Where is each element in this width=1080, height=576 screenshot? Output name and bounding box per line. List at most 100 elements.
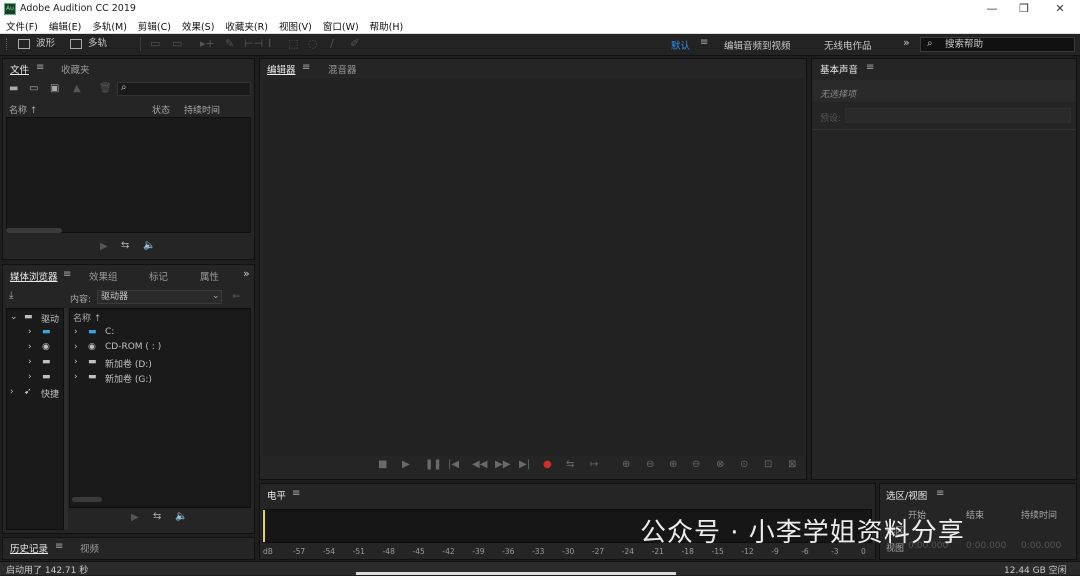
skip-to-start-icon[interactable]: |◀ bbox=[448, 459, 459, 470]
tree-item-drives[interactable]: 驱动 bbox=[41, 312, 59, 325]
menu-help[interactable]: 帮助(H) bbox=[364, 18, 409, 33]
drive-g[interactable]: 新加卷 (G:) bbox=[105, 372, 152, 385]
autoplay-speaker-icon[interactable]: 🔈 bbox=[175, 511, 187, 522]
column-status[interactable]: 状态 bbox=[152, 103, 170, 116]
chevron-right-icon[interactable]: › bbox=[28, 327, 32, 337]
skip-to-end-icon[interactable]: ▶| bbox=[519, 459, 530, 470]
back-arrow-icon[interactable]: ⇐ bbox=[232, 291, 240, 302]
minimize-button[interactable]: — bbox=[980, 1, 1004, 17]
view-end-value[interactable]: 0:00.000 bbox=[966, 541, 1006, 551]
tab-editor[interactable]: 编辑器 bbox=[267, 62, 296, 76]
view-duration-value[interactable]: 0:00.000 bbox=[1021, 541, 1061, 551]
chevron-right-icon[interactable]: › bbox=[74, 327, 78, 337]
files-list[interactable] bbox=[6, 117, 251, 233]
restore-button[interactable]: ❐ bbox=[1012, 1, 1036, 17]
chevron-down-icon[interactable]: ⌄ bbox=[10, 312, 18, 322]
import-file-icon[interactable]: ▭ bbox=[29, 83, 38, 94]
tab-mixer[interactable]: 混音器 bbox=[328, 62, 357, 76]
delete-icon[interactable]: 🗑 bbox=[99, 83, 112, 94]
zoom-in-time-icon[interactable]: ⊕ bbox=[669, 459, 677, 470]
tab-properties[interactable]: 属性 bbox=[200, 269, 219, 283]
history-panel-menu-icon[interactable]: ≡ bbox=[55, 541, 63, 552]
rewind-icon[interactable]: ◀◀ bbox=[472, 459, 487, 470]
fast-forward-icon[interactable]: ▶▶ bbox=[495, 459, 510, 470]
workspace-default[interactable]: 默认 bbox=[671, 38, 690, 52]
drive-d[interactable]: 新加卷 (D:) bbox=[105, 357, 152, 370]
menu-view[interactable]: 视图(V) bbox=[273, 18, 317, 33]
media-panel-menu-icon[interactable]: ≡ bbox=[63, 269, 71, 280]
chevron-right-icon[interactable]: › bbox=[28, 342, 32, 352]
close-button[interactable]: ✕ bbox=[1048, 1, 1072, 17]
editor-canvas[interactable] bbox=[262, 78, 804, 456]
pause-icon[interactable]: ❚❚ bbox=[425, 459, 442, 470]
loop-icon[interactable]: ⇆ bbox=[153, 511, 161, 522]
zoom-selection-icon[interactable]: ⊡ bbox=[764, 459, 772, 470]
waveform-button[interactable]: 波形 bbox=[36, 36, 55, 52]
play-icon[interactable]: ▶ bbox=[402, 459, 410, 470]
tab-video[interactable]: 视频 bbox=[80, 541, 99, 555]
stop-icon[interactable]: ■ bbox=[378, 459, 387, 470]
panel-overflow-icon[interactable]: » bbox=[243, 267, 250, 280]
chevron-right-icon[interactable]: › bbox=[74, 342, 78, 352]
zoom-out-amplitude-icon[interactable]: ⊖ bbox=[646, 459, 654, 470]
help-search-input[interactable]: 搜索帮助 bbox=[920, 37, 1075, 52]
play-icon[interactable]: ▶ bbox=[131, 512, 139, 523]
zoom-in-amplitude-icon[interactable]: ⊕ bbox=[622, 459, 630, 470]
selection-view-menu-icon[interactable]: ≡ bbox=[936, 488, 944, 499]
menu-multitrack[interactable]: 多轨(M) bbox=[86, 18, 132, 33]
download-icon[interactable]: ⤓ bbox=[9, 290, 13, 301]
files-scrollbar[interactable] bbox=[6, 228, 62, 233]
tab-media-browser[interactable]: 媒体浏览器 bbox=[10, 269, 58, 283]
tab-effects-rack[interactable]: 效果组 bbox=[89, 269, 118, 283]
spot-healing-tool-icon[interactable]: ✐ bbox=[350, 37, 359, 50]
drive-cdrom[interactable]: CD-ROM ( : ) bbox=[105, 342, 161, 352]
drive-list-scrollbar[interactable] bbox=[72, 497, 102, 502]
content-dropdown[interactable]: 驱动器 bbox=[97, 290, 222, 304]
files-panel-menu-icon[interactable]: ≡ bbox=[36, 62, 44, 73]
column-duration[interactable]: 持续时间 bbox=[184, 103, 220, 116]
chevron-right-icon[interactable]: › bbox=[28, 372, 32, 382]
tab-markers[interactable]: 标记 bbox=[149, 269, 168, 283]
chevron-right-icon[interactable]: › bbox=[28, 357, 32, 367]
column-name[interactable]: 名称 ↑ bbox=[9, 103, 37, 116]
razor-tool-icon[interactable]: ✎ bbox=[225, 37, 234, 50]
menu-clip[interactable]: 剪辑(C) bbox=[132, 18, 176, 33]
chevron-right-icon[interactable]: › bbox=[74, 372, 78, 382]
zoom-fit-icon[interactable]: ⊠ bbox=[788, 459, 796, 470]
time-selection-tool-icon[interactable]: I bbox=[268, 37, 271, 50]
play-icon[interactable]: ▶ bbox=[100, 241, 108, 252]
workspace-overflow-icon[interactable]: » bbox=[903, 36, 910, 49]
marquee-tool-icon[interactable]: ⬚ bbox=[288, 37, 298, 50]
loop-playback-icon[interactable]: ⇆ bbox=[566, 459, 574, 470]
drive-c[interactable]: C: bbox=[105, 327, 114, 337]
tab-history[interactable]: 历史记录 bbox=[10, 541, 48, 555]
chevron-right-icon[interactable]: › bbox=[10, 387, 14, 397]
autoplay-speaker-icon[interactable]: 🔈 bbox=[143, 240, 155, 251]
menu-window[interactable]: 窗口(W) bbox=[317, 18, 364, 33]
level-meter-menu-icon[interactable]: ≡ bbox=[292, 488, 300, 499]
open-file-icon[interactable]: ▬ bbox=[9, 83, 18, 94]
zoom-out-full-icon[interactable]: ⊗ bbox=[716, 459, 724, 470]
media-tree[interactable] bbox=[6, 308, 64, 530]
workspace-edit-audio-to-video[interactable]: 编辑音频到视频 bbox=[724, 38, 791, 52]
drive-list[interactable] bbox=[69, 308, 251, 508]
spectral-display-icon[interactable]: ▭ bbox=[150, 37, 160, 50]
record-icon[interactable]: ● bbox=[543, 459, 552, 470]
essential-sound-menu-icon[interactable]: ≡ bbox=[866, 62, 874, 73]
new-file-icon[interactable]: ▣ bbox=[50, 83, 59, 94]
tree-item-shortcuts[interactable]: 快捷 bbox=[41, 387, 59, 400]
spectral-pitch-icon[interactable]: ▭ bbox=[172, 37, 182, 50]
workspace-radio-production[interactable]: 无线电作品 bbox=[824, 38, 872, 52]
workspace-menu-icon[interactable]: ≡ bbox=[700, 37, 708, 48]
lasso-tool-icon[interactable]: ◌ bbox=[308, 37, 318, 50]
zoom-out-time-icon[interactable]: ⊖ bbox=[692, 459, 700, 470]
skip-selection-icon[interactable]: ↦ bbox=[590, 459, 598, 470]
preset-dropdown[interactable] bbox=[845, 108, 1071, 123]
loop-icon[interactable]: ⇆ bbox=[121, 240, 129, 251]
brush-tool-icon[interactable]: / bbox=[330, 37, 334, 50]
menu-edit[interactable]: 编辑(E) bbox=[43, 18, 86, 33]
menu-effects[interactable]: 效果(S) bbox=[176, 18, 219, 33]
slip-tool-icon[interactable]: ⊢⊣ bbox=[244, 37, 263, 50]
tab-files[interactable]: 文件 bbox=[10, 62, 29, 76]
move-tool-icon[interactable]: ▸+ bbox=[200, 37, 215, 50]
